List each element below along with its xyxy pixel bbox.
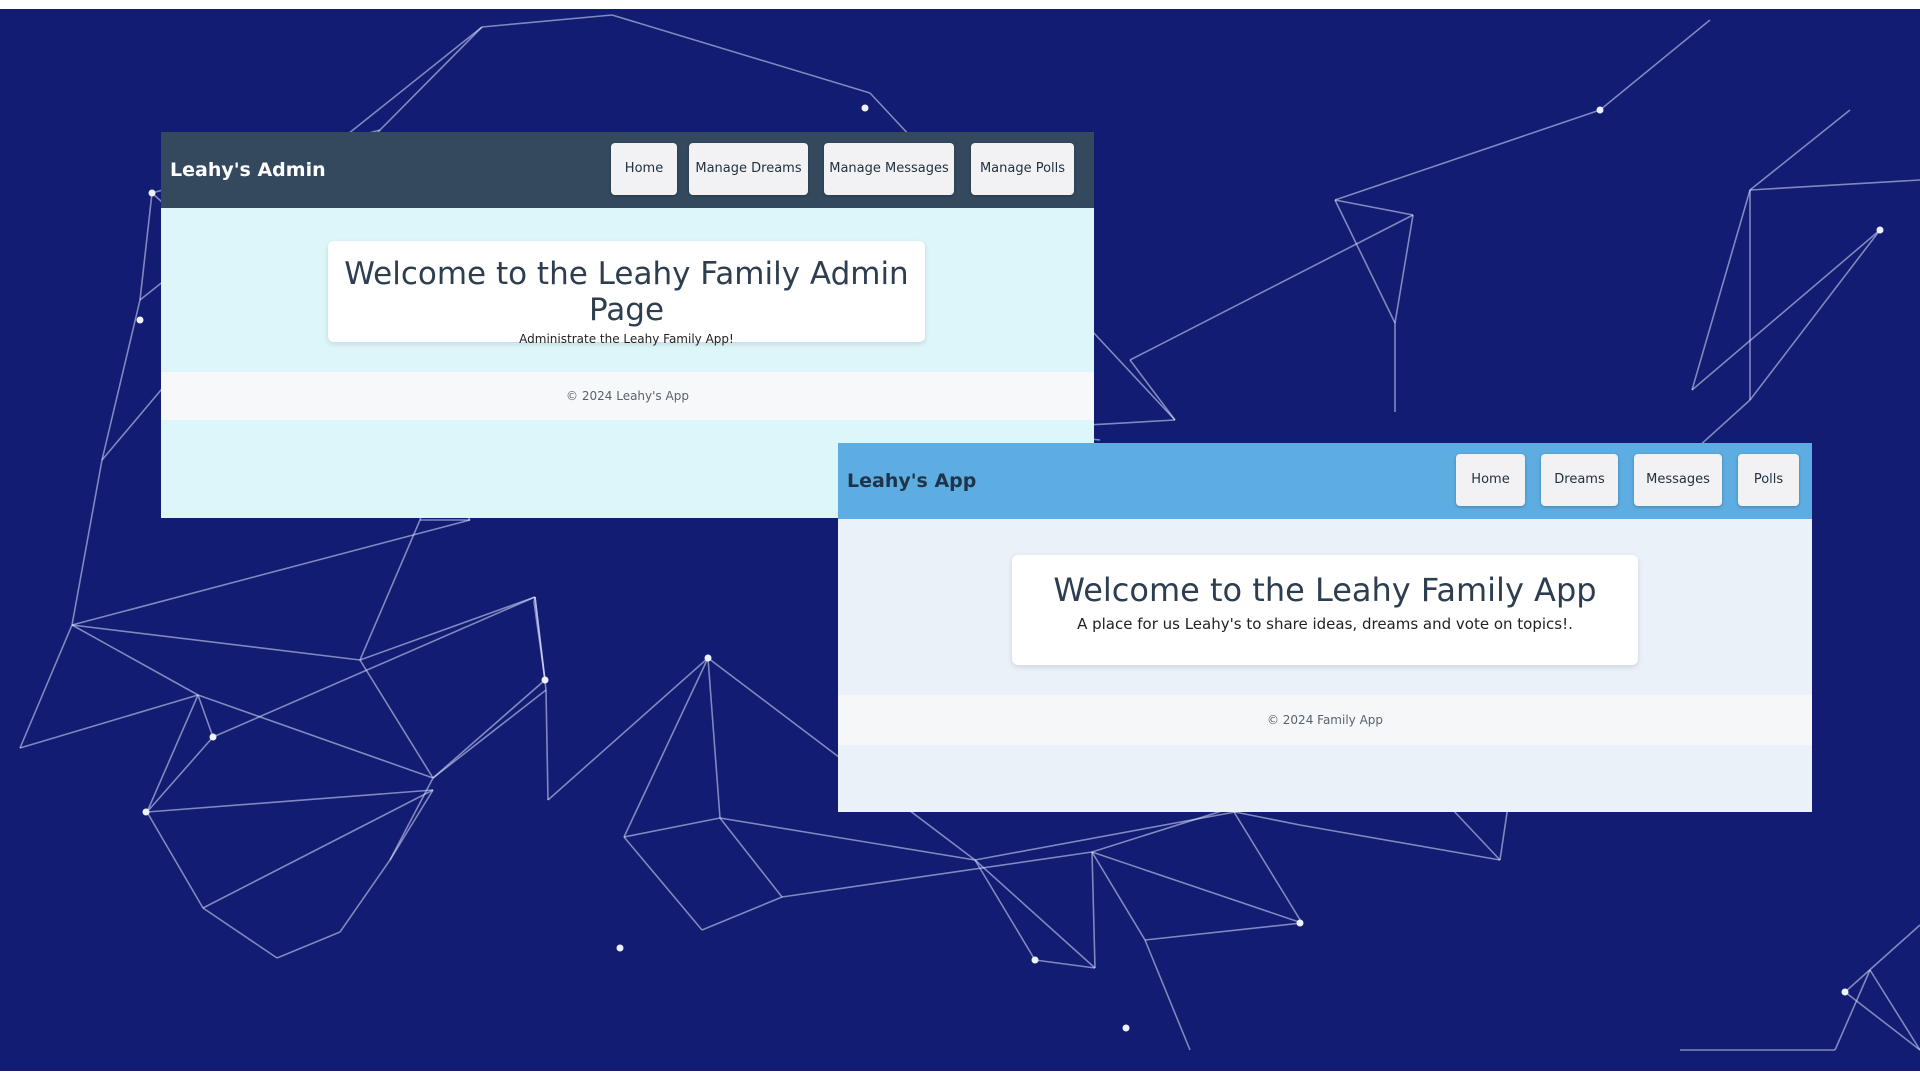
network-line <box>432 679 546 779</box>
app-welcome-card: Welcome to the Leahy Family App A place … <box>1012 555 1638 665</box>
network-line <box>1844 991 1920 1051</box>
network-line <box>202 907 278 959</box>
network-line <box>545 689 549 801</box>
network-line <box>71 624 199 696</box>
network-line <box>1844 924 1920 993</box>
network-line <box>146 736 214 813</box>
network-line <box>1691 189 1751 391</box>
network-line <box>71 519 471 626</box>
network-line <box>1091 851 1146 941</box>
network-line <box>1869 969 1920 1051</box>
app-footer: © 2024 Family App <box>838 695 1812 745</box>
network-line <box>1034 959 1096 969</box>
network-node <box>136 316 144 324</box>
network-line <box>276 931 341 959</box>
app-welcome-heading: Welcome to the Leahy Family App <box>1053 571 1597 609</box>
admin-welcome-subheading: Administrate the Leahy Family App! <box>519 332 734 346</box>
network-line <box>1691 229 1881 391</box>
network-line <box>432 689 547 779</box>
network-line <box>202 789 434 909</box>
app-nav-home-button[interactable]: Home <box>1456 454 1525 506</box>
admin-welcome-card: Welcome to the Leahy Family Admin Page A… <box>328 241 925 346</box>
network-line <box>1299 824 1501 861</box>
network-line <box>359 596 536 661</box>
network-node <box>1596 106 1604 114</box>
network-node <box>1122 1024 1130 1032</box>
network-node <box>1031 956 1039 964</box>
network-line <box>534 596 547 691</box>
network-line <box>146 789 434 813</box>
network-line <box>1144 939 1191 1051</box>
admin-nav-manage-polls-button[interactable]: Manage Polls <box>971 143 1074 195</box>
network-line <box>1091 851 1096 969</box>
admin-navbar: Leahy's Admin Home Manage Dreams Manage … <box>161 132 1094 208</box>
network-line <box>19 694 199 749</box>
network-line <box>212 596 536 738</box>
network-node <box>148 189 156 197</box>
network-node <box>209 733 217 741</box>
network-line <box>71 624 361 661</box>
network-node <box>616 944 624 952</box>
network-line <box>197 694 434 779</box>
network-line <box>379 26 483 131</box>
network-line <box>1749 179 1920 191</box>
network-line <box>707 657 721 819</box>
network-line <box>197 694 214 738</box>
network-line <box>974 859 1096 969</box>
admin-brand[interactable]: Leahy's Admin <box>170 132 326 208</box>
admin-nav-manage-messages-button[interactable]: Manage Messages <box>824 143 954 195</box>
network-line <box>1144 922 1303 941</box>
network-line <box>719 817 976 861</box>
network-line <box>1091 851 1303 924</box>
network-line <box>974 859 1036 961</box>
network-line <box>719 817 783 898</box>
admin-footer: © 2024 Leahy's App <box>161 372 1094 420</box>
network-line <box>623 836 703 931</box>
network-node <box>861 104 869 112</box>
app-nav-messages-button[interactable]: Messages <box>1634 454 1722 506</box>
network-node <box>1841 988 1849 996</box>
network-line <box>1749 109 1851 191</box>
network-node <box>1296 919 1304 927</box>
network-line <box>1834 969 1871 1051</box>
network-line <box>101 299 141 461</box>
network-line <box>1129 359 1176 421</box>
network-node <box>541 676 549 684</box>
network-line <box>611 14 871 94</box>
network-line <box>701 896 783 931</box>
network-line <box>139 192 153 301</box>
network-node <box>1876 226 1884 234</box>
network-line <box>71 459 103 626</box>
network-line <box>1129 214 1414 361</box>
network-node <box>142 808 150 816</box>
network-line <box>623 817 721 838</box>
network-line <box>1749 229 1881 401</box>
network-line <box>1599 19 1711 111</box>
admin-welcome-heading: Welcome to the Leahy Family Admin Page <box>344 256 909 328</box>
network-line <box>547 657 709 801</box>
network-line <box>781 851 1093 898</box>
app-nav-dreams-button[interactable]: Dreams <box>1541 454 1618 506</box>
admin-nav-manage-dreams-button[interactable]: Manage Dreams <box>689 143 808 195</box>
app-brand[interactable]: Leahy's App <box>847 443 976 519</box>
network-line <box>481 14 613 28</box>
app-nav-polls-button[interactable]: Polls <box>1738 454 1799 506</box>
network-line <box>359 659 434 779</box>
admin-nav-home-button[interactable]: Home <box>611 143 677 195</box>
network-line <box>146 694 199 813</box>
network-line <box>1234 811 1301 826</box>
network-line <box>1334 109 1601 201</box>
app-navbar: Leahy's App Home Dreams Messages Polls <box>838 443 1812 519</box>
app-welcome-subheading: A place for us Leahy's to share ideas, d… <box>1077 615 1573 633</box>
network-line <box>1334 199 1396 324</box>
network-line <box>1334 199 1414 216</box>
network-line <box>146 811 204 909</box>
network-line <box>19 624 73 749</box>
network-line <box>339 859 391 933</box>
network-line <box>1394 214 1414 324</box>
network-node <box>704 654 712 662</box>
network-line <box>623 657 709 838</box>
app-window-screenshot: Leahy's App Home Dreams Messages Polls W… <box>838 443 1812 812</box>
